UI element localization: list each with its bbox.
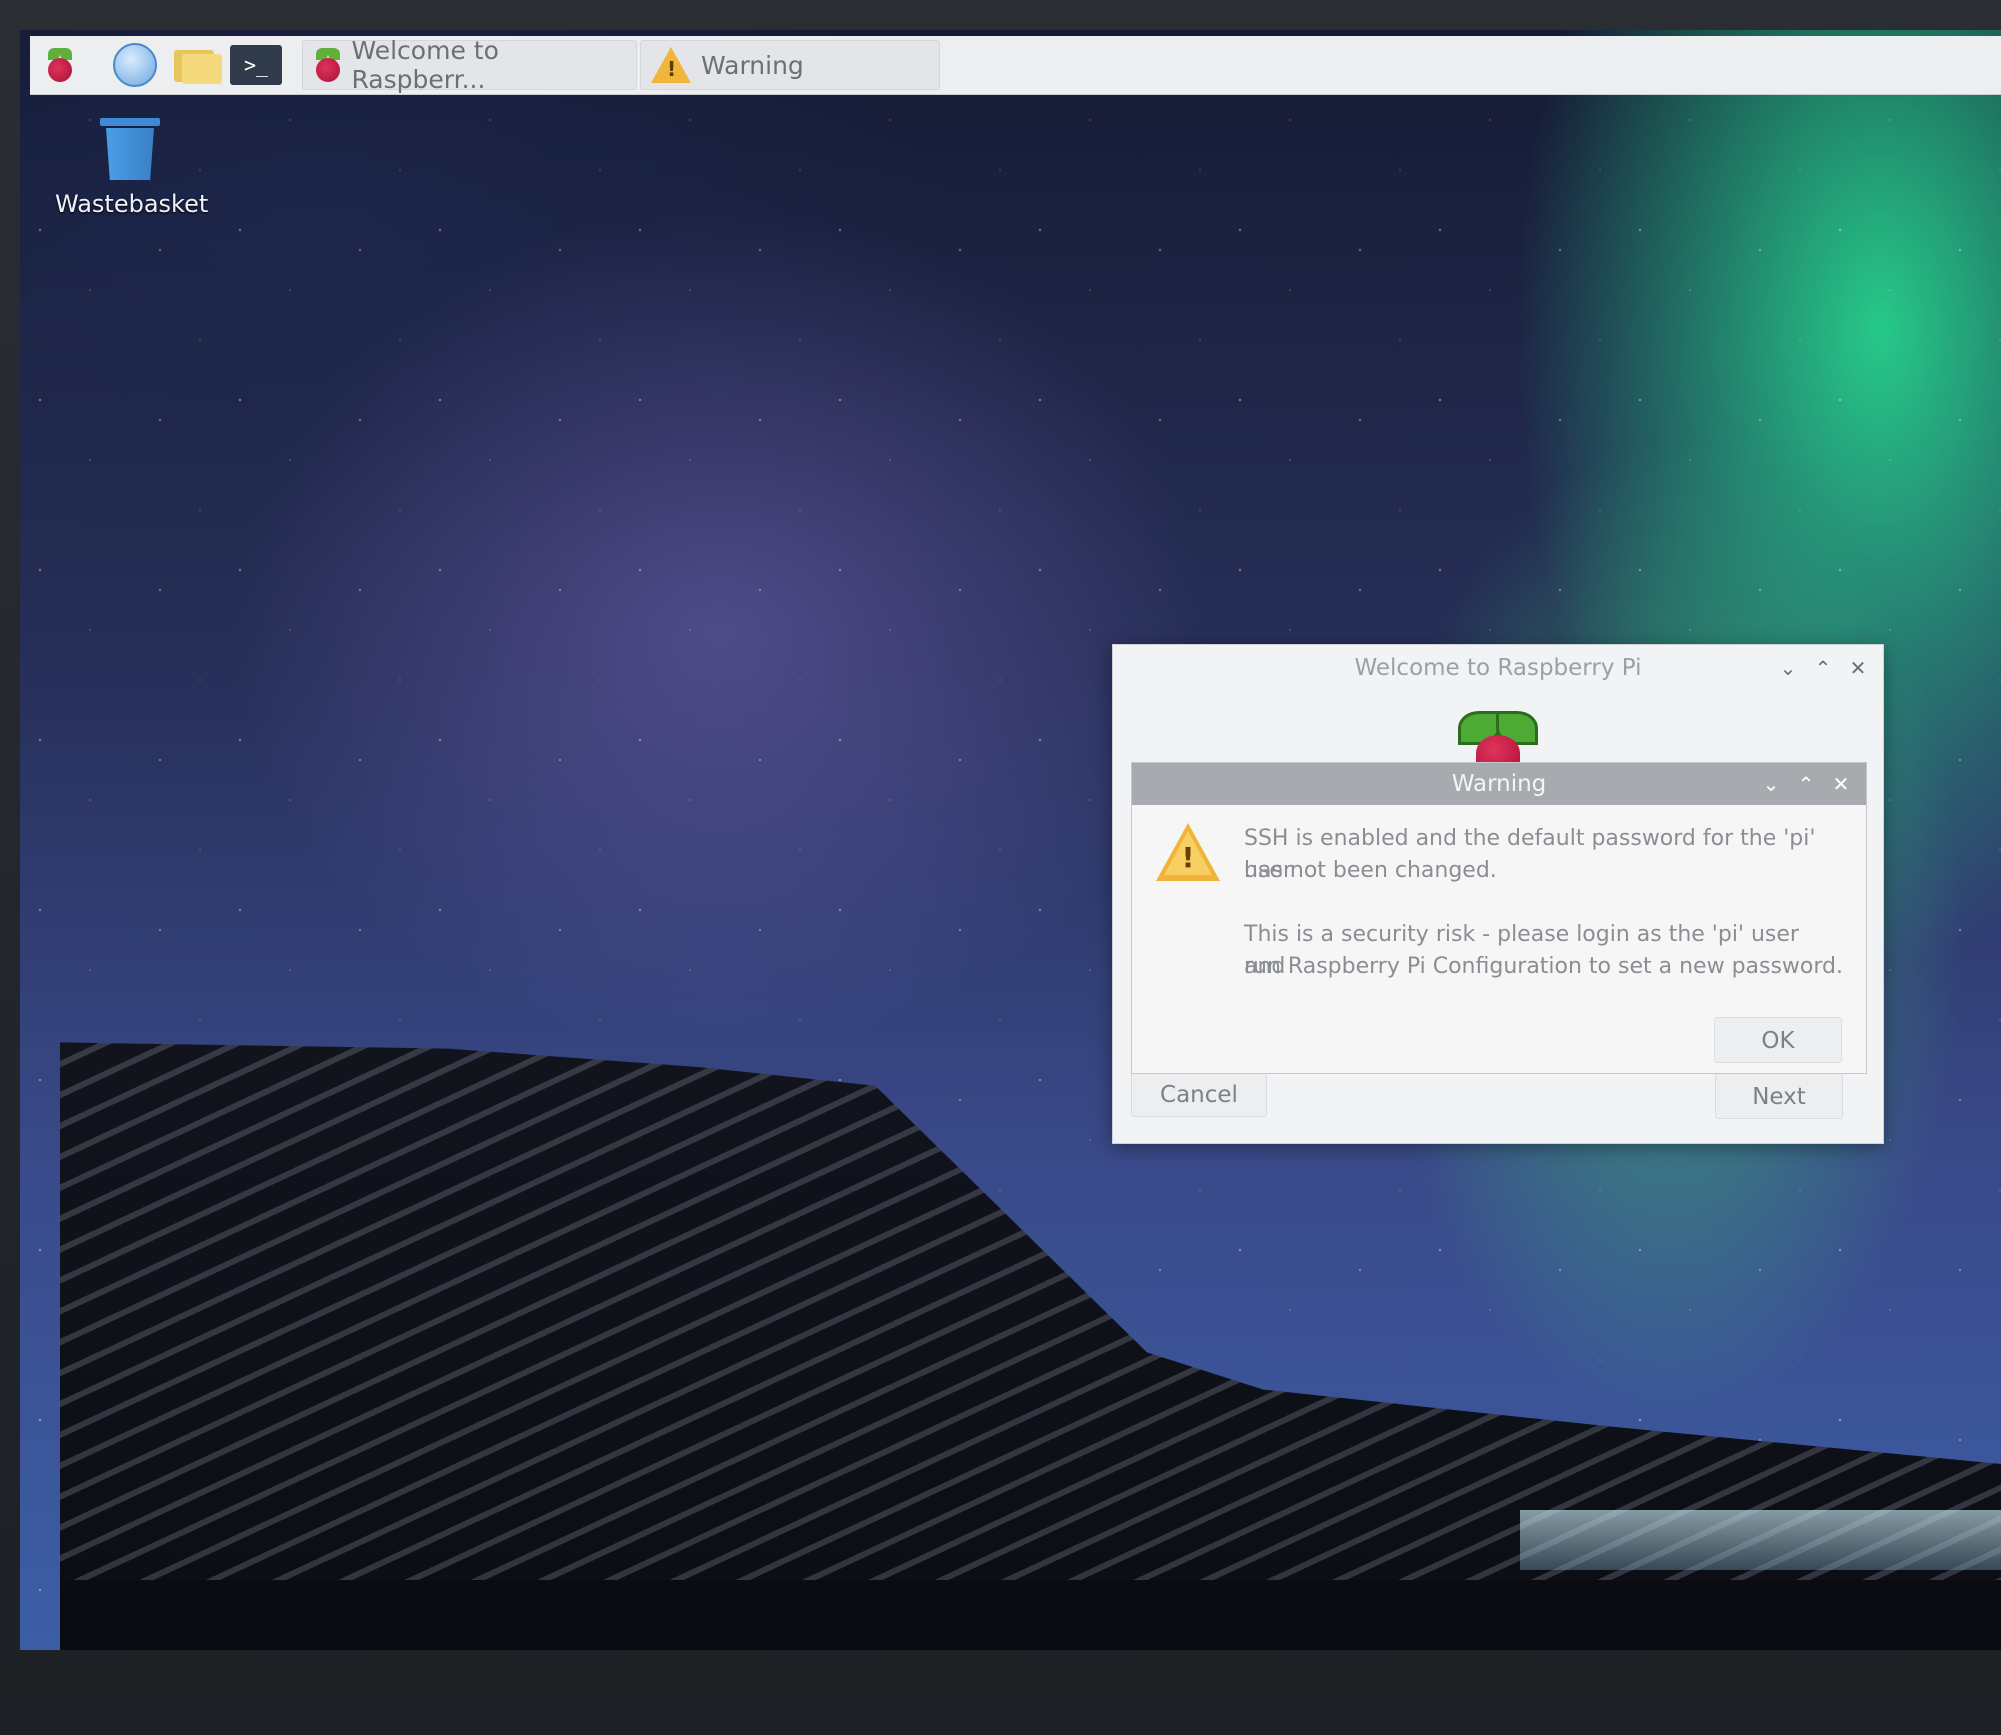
folder-icon bbox=[174, 46, 222, 84]
warning-message-line: run Raspberry Pi Configuration to set a … bbox=[1244, 954, 1844, 979]
taskbar-window-warning[interactable]: ! Warning bbox=[640, 40, 940, 90]
wallpaper-water bbox=[1520, 1510, 2001, 1570]
dialog-title: Welcome to Raspberry Pi bbox=[1354, 655, 1642, 681]
warning-message-line: has not been changed. bbox=[1244, 858, 1497, 883]
maximize-button[interactable]: ⌃ bbox=[1808, 653, 1838, 683]
desktop-icon-wastebasket[interactable]: Wastebasket bbox=[55, 118, 209, 218]
desktop-icon-label: Wastebasket bbox=[55, 190, 209, 218]
terminal-launcher[interactable]: >_ bbox=[226, 42, 286, 88]
ok-button[interactable]: OK bbox=[1714, 1017, 1842, 1063]
warning-dialog: Warning ⌄ ⌃ ✕ ! SSH is enabled and the d… bbox=[1131, 762, 1867, 1074]
cancel-button[interactable]: Cancel bbox=[1131, 1071, 1267, 1117]
close-button[interactable]: ✕ bbox=[1843, 653, 1873, 683]
minimize-button[interactable]: ⌄ bbox=[1756, 769, 1786, 799]
minimize-button[interactable]: ⌄ bbox=[1773, 653, 1803, 683]
warning-exclamation: ! bbox=[1181, 841, 1195, 874]
maximize-button[interactable]: ⌃ bbox=[1791, 769, 1821, 799]
wallpaper-ground bbox=[60, 1580, 2001, 1650]
raspberry-icon bbox=[45, 48, 75, 82]
terminal-icon: >_ bbox=[230, 45, 282, 85]
taskbar-window-label: Welcome to Raspberr... bbox=[351, 36, 499, 94]
web-browser-launcher[interactable] bbox=[110, 42, 160, 88]
taskbar: >_ Welcome to Raspberr... ! Warning bbox=[30, 36, 2001, 95]
raspberry-icon bbox=[313, 48, 341, 82]
taskbar-window-label: Warning bbox=[701, 50, 804, 80]
close-button[interactable]: ✕ bbox=[1826, 769, 1856, 799]
globe-icon bbox=[113, 43, 157, 87]
file-manager-launcher[interactable] bbox=[170, 42, 226, 88]
warning-icon: ! bbox=[651, 47, 691, 83]
next-button[interactable]: Next bbox=[1715, 1073, 1843, 1119]
menu-button[interactable] bbox=[38, 42, 82, 88]
taskbar-window-welcome[interactable]: Welcome to Raspberr... bbox=[302, 36, 637, 94]
wastebasket-icon bbox=[100, 118, 160, 180]
